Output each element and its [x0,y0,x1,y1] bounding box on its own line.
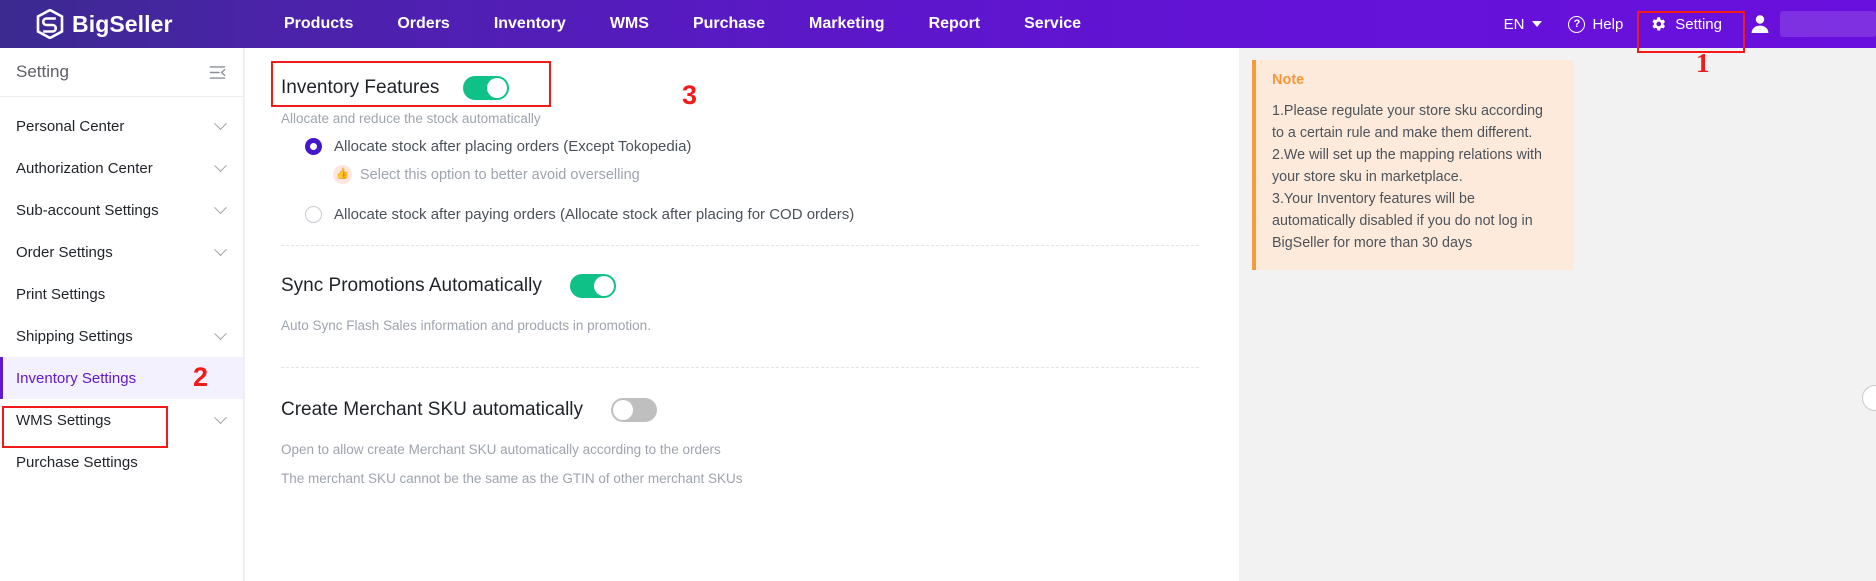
sidebar-title: Setting [16,62,69,81]
create-merchant-sku-header: Create Merchant SKU automatically [281,388,1199,432]
sidebar-item-label: Print Settings [16,285,106,303]
sidebar-item-purchase-settings[interactable]: Purchase Settings [0,441,243,483]
sidebar-item-personal-center[interactable]: Personal Center [0,105,243,147]
settings-content-panel: Inventory Features Allocate and reduce t… [245,48,1239,581]
thumbs-up-icon: 👍 [333,165,352,184]
settings-sidebar: Setting Personal Center Authorization Ce… [0,48,244,581]
inventory-features-header: Inventory Features [271,61,1199,110]
inventory-features-title: Inventory Features [281,77,440,98]
create-merchant-sku-title: Create Merchant SKU automatically [281,399,584,420]
nav-item-service[interactable]: Service [1002,0,1103,48]
sidebar-item-shipping-settings[interactable]: Shipping Settings [0,315,243,357]
overselling-hint: 👍 Select this option to better avoid ove… [333,165,1199,184]
chevron-down-icon [214,158,227,172]
help-button[interactable]: ? Help [1568,15,1624,33]
toggle-knob [593,276,614,296]
create-merchant-sku-description-2: The merchant SKU cannot be the same as t… [281,471,743,486]
sidebar-item-print-settings[interactable]: Print Settings [0,273,243,315]
header-right-actions: EN ? Help Setting [1504,0,1876,53]
note-line: 3.Your Inventory features will be [1272,191,1475,207]
section-divider [281,367,1199,368]
nav-item-wms[interactable]: WMS [588,0,671,48]
user-name-redacted [1780,11,1876,37]
sidebar-item-label: Order Settings [16,243,113,261]
setting-label: Setting [1675,15,1722,33]
radio-option-label: Allocate stock after paying orders (Allo… [334,206,855,223]
annotation-number-3: 3 [682,80,698,110]
toggle-knob [487,78,508,98]
create-merchant-sku-toggle[interactable] [611,398,658,422]
sidebar-item-wms-settings[interactable]: WMS Settings [0,399,243,441]
language-label: EN [1503,15,1525,33]
inventory-features-subtitle: Allocate and reduce the stock automatica… [281,111,541,126]
sidebar-item-label: Authorization Center [16,159,153,177]
language-selector[interactable]: EN [1504,16,1543,33]
avatar[interactable] [1748,12,1772,36]
radio-button-unselected[interactable] [305,206,322,223]
annotation-number-2: 2 [193,362,209,392]
note-title: Note [1272,72,1305,88]
sync-promotions-toggle[interactable] [569,274,616,298]
chevron-down-icon [214,200,227,214]
collapse-sidebar-icon[interactable] [208,63,227,82]
sidebar-item-authorization-center[interactable]: Authorization Center [0,147,243,189]
toggle-knob [613,400,634,420]
sync-promotions-header: Sync Promotions Automatically [281,264,1199,308]
chevron-down-icon [214,410,227,424]
create-merchant-sku-description-1: Open to allow create Merchant SKU automa… [281,442,721,457]
sidebar-item-label: Sub-account Settings [16,201,159,219]
note-line: automatically disabled if you do not log… [1272,213,1533,229]
note-line: BigSeller for more than 30 days [1272,235,1473,251]
chevron-down-icon [1532,21,1543,27]
sidebar-item-label: Personal Center [16,117,125,135]
radio-option-paying-orders[interactable]: Allocate stock after paying orders (Allo… [305,206,1199,223]
setting-button[interactable]: Setting [1637,9,1746,53]
bigseller-logo-icon [36,9,64,39]
app-header: BigSeller Products Orders Inventory WMS … [0,0,1876,53]
sidebar-item-label: WMS Settings [16,411,112,429]
note-line: your store sku in marketplace. [1272,169,1463,185]
section-create-merchant-sku: Create Merchant SKU automatically Open t… [281,388,1199,492]
radio-option-label: Allocate stock after placing orders (Exc… [334,138,692,155]
nav-item-inventory[interactable]: Inventory [472,0,588,48]
annotation-number-1: 1 [1696,48,1710,78]
gear-icon [1652,17,1666,31]
sidebar-item-sub-account-settings[interactable]: Sub-account Settings [0,189,243,231]
sidebar-item-label: Shipping Settings [16,327,133,345]
question-mark-icon: ? [1568,15,1586,33]
nav-item-marketing[interactable]: Marketing [787,0,907,48]
nav-item-products[interactable]: Products [262,0,375,48]
sidebar-header: Setting [0,48,243,97]
chevron-down-icon [214,116,227,130]
note-panel: Note 1.Please regulate your store sku ac… [1252,60,1574,270]
sync-promotions-description: Auto Sync Flash Sales information and pr… [281,318,651,333]
section-divider [281,245,1199,246]
note-line: to a certain rule and make them differen… [1272,125,1533,141]
overselling-hint-text: Select this option to better avoid overs… [360,166,640,183]
radio-option-placing-orders[interactable]: Allocate stock after placing orders (Exc… [305,138,1199,155]
inventory-features-toggle[interactable] [463,76,510,100]
section-inventory-features: Inventory Features Allocate and reduce t… [271,61,1199,252]
chevron-down-icon [214,326,227,340]
radio-button-selected[interactable] [305,138,322,155]
nav-item-report[interactable]: Report [907,0,1003,48]
brand-logo-group[interactable]: BigSeller [36,9,236,39]
main-nav: Products Orders Inventory WMS Purchase M… [262,0,1103,48]
nav-item-purchase[interactable]: Purchase [671,0,787,48]
note-line: 2.We will set up the mapping relations w… [1272,147,1542,163]
help-label: Help [1592,15,1624,33]
section-sync-promotions: Sync Promotions Automatically Auto Sync … [281,264,1199,374]
right-gutter [1858,48,1876,581]
chevron-down-icon [214,242,227,256]
brand-name: BigSeller [72,10,173,37]
nav-item-orders[interactable]: Orders [375,0,471,48]
sync-promotions-title: Sync Promotions Automatically [281,275,542,296]
sidebar-menu: Personal Center Authorization Center Sub… [0,97,243,483]
note-line: 1.Please regulate your store sku accordi… [1272,103,1543,119]
sidebar-item-order-settings[interactable]: Order Settings [0,231,243,273]
sidebar-item-label: Purchase Settings [16,453,138,471]
